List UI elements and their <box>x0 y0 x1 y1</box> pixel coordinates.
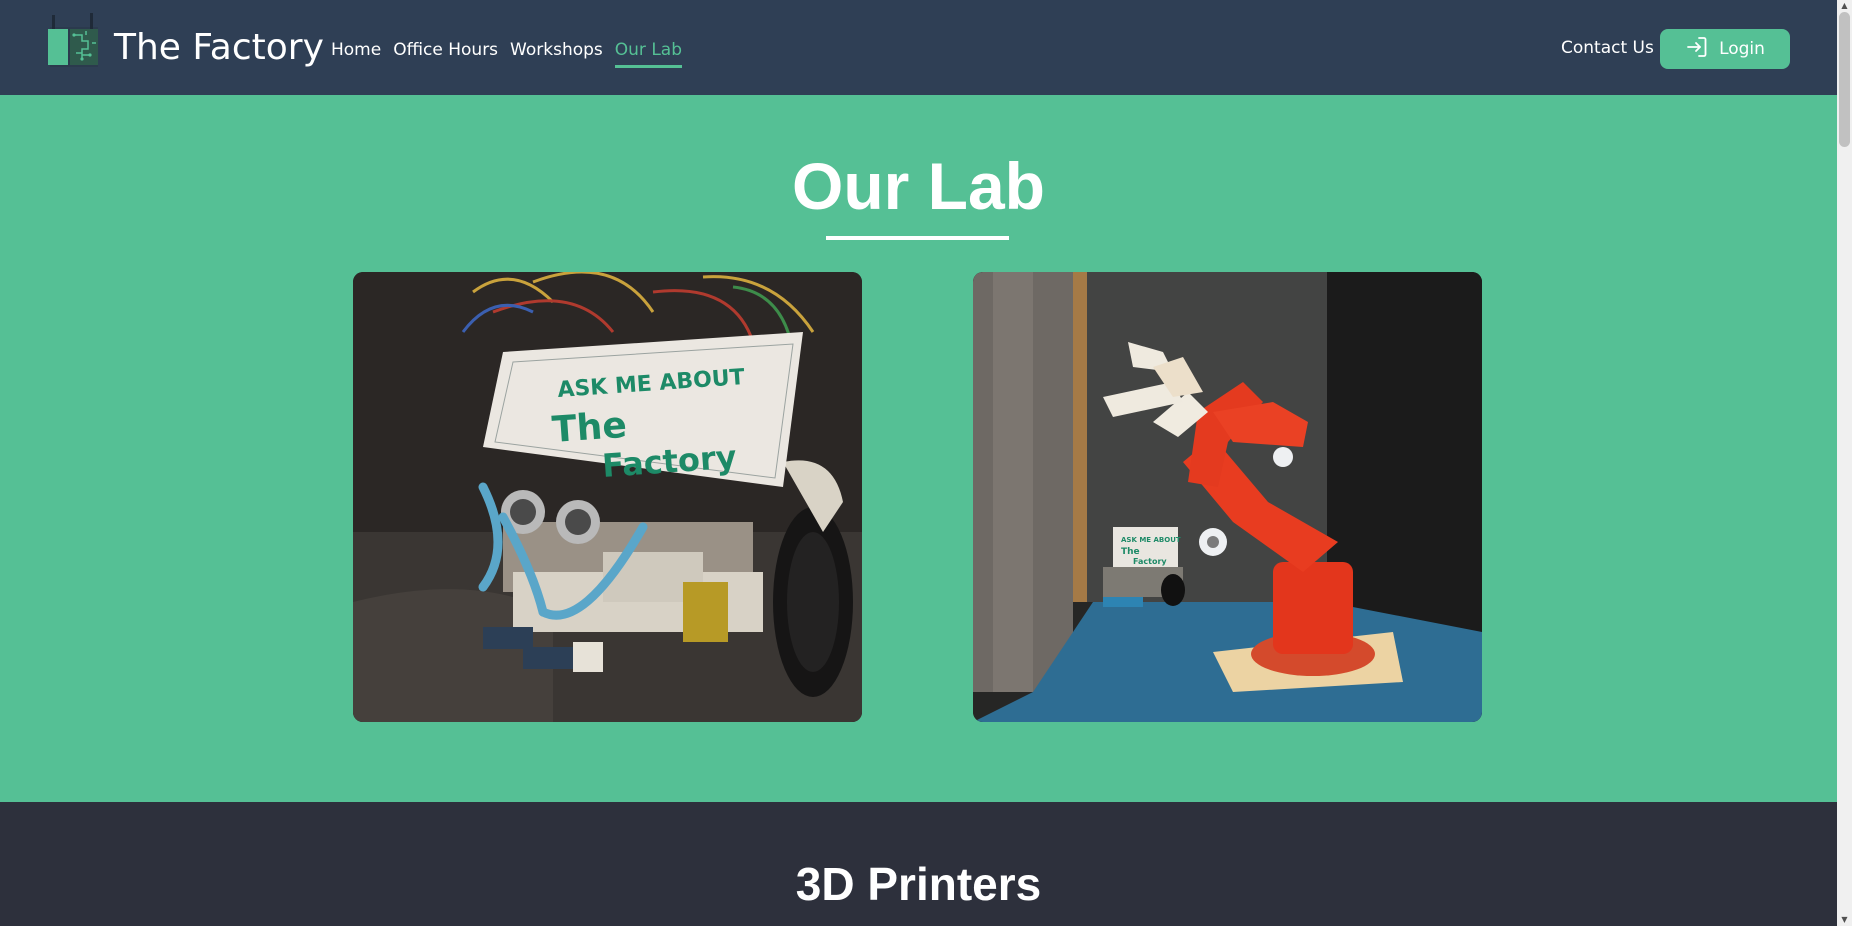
nav-home[interactable]: Home <box>331 38 381 68</box>
page-scrollbar[interactable]: ▲ ▼ <box>1837 0 1852 926</box>
title-underline <box>826 236 1009 240</box>
robot-arm-photo: ASK ME ABOUT The Factory <box>973 272 1482 722</box>
scroll-thumb[interactable] <box>1839 12 1850 147</box>
factory-logo-icon[interactable] <box>46 13 102 69</box>
nav-office-hours[interactable]: Office Hours <box>393 38 498 68</box>
nav-our-lab[interactable]: Our Lab <box>614 38 683 68</box>
login-label: Login <box>1719 39 1765 59</box>
scroll-up-arrow[interactable]: ▲ <box>1837 0 1852 12</box>
brand-name[interactable]: The Factory <box>114 26 324 70</box>
scroll-down-arrow[interactable]: ▼ <box>1837 914 1852 926</box>
main-nav: Home Office Hours Workshops Our Lab <box>331 38 683 68</box>
nav-workshops[interactable]: Workshops <box>510 38 603 68</box>
top-navigation-bar: The Factory Home Office Hours Workshops … <box>0 0 1837 95</box>
3d-printers-section: 3D Printers <box>0 802 1837 926</box>
sign-line-2: The <box>551 405 628 451</box>
our-lab-section: Our Lab ASK ME ABOUT The Factory ASK ME … <box>0 95 1837 802</box>
login-arrow-icon <box>1685 35 1709 64</box>
login-button[interactable]: Login <box>1660 29 1790 69</box>
contact-us-link[interactable]: Contact Us <box>1561 36 1654 60</box>
small-sign-line-1: ASK ME ABOUT <box>1121 536 1181 544</box>
section-title: Our Lab <box>791 149 1045 223</box>
robot-photo: ASK ME ABOUT The Factory <box>353 272 862 722</box>
small-sign-line-2: The <box>1121 547 1140 557</box>
section-title: 3D Printers <box>795 858 1042 910</box>
small-sign-line-3: Factory <box>1133 557 1167 566</box>
